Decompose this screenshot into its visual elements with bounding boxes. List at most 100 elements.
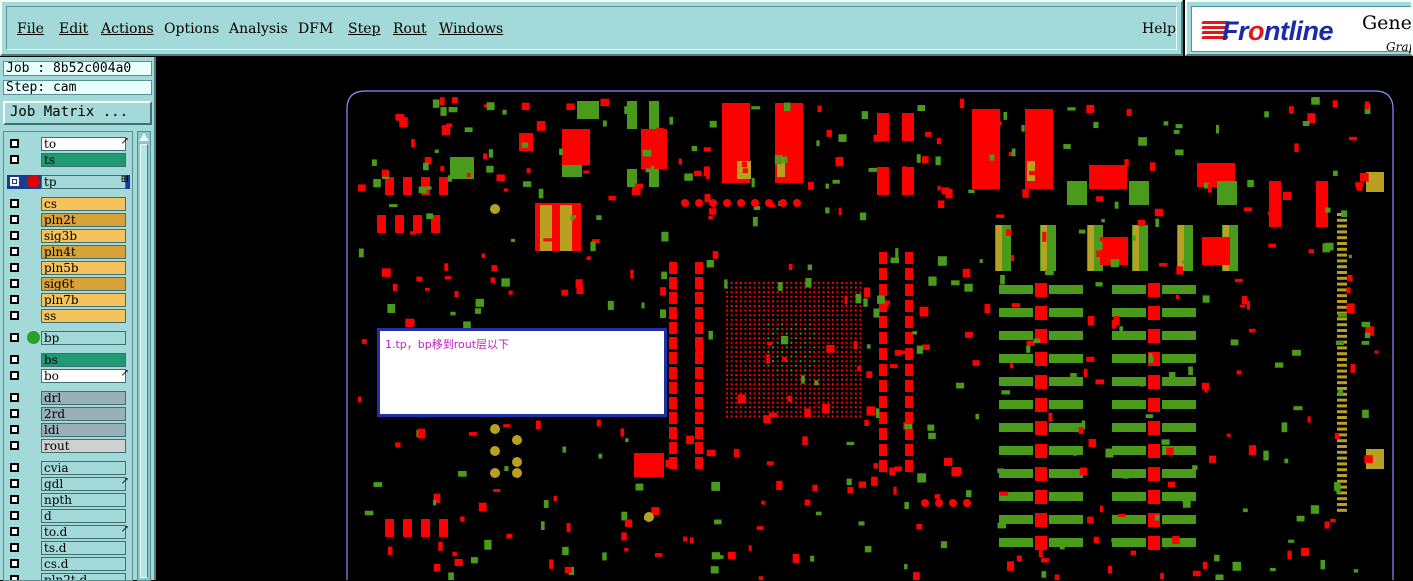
- menu-file[interactable]: File: [17, 21, 44, 37]
- layer-checkbox[interactable]: [10, 295, 19, 304]
- layer-name[interactable]: ts: [41, 153, 126, 167]
- layer-row-bo[interactable]: bo ↗: [7, 368, 130, 383]
- layer-checkbox[interactable]: [10, 393, 19, 402]
- layer-checkbox[interactable]: [10, 333, 19, 342]
- layer-name[interactable]: d: [41, 509, 126, 523]
- layer-name[interactable]: pln7b: [41, 293, 126, 307]
- layer-row-sig6t[interactable]: sig6t: [7, 277, 130, 291]
- scroll-up-arrow-icon[interactable]: [139, 133, 149, 141]
- layer-name[interactable]: ss: [41, 309, 126, 323]
- layer-checkbox[interactable]: [10, 479, 19, 488]
- layer-list-scrollbar[interactable]: [137, 131, 151, 581]
- layer-row-pln4t[interactable]: pln4t: [7, 245, 130, 259]
- layer-checkbox[interactable]: [10, 199, 19, 208]
- layer-checkbox[interactable]: [10, 409, 19, 418]
- layer-name[interactable]: cs.d: [41, 557, 126, 571]
- layer-checkbox[interactable]: [10, 355, 19, 364]
- layer-name[interactable]: pln2t: [41, 213, 126, 227]
- menu-windows[interactable]: Windows: [439, 21, 503, 37]
- layer-row-npth[interactable]: npth: [7, 493, 130, 507]
- layer-checkbox[interactable]: [10, 441, 19, 450]
- menu-dfm[interactable]: DFM: [298, 21, 333, 37]
- layer-row-drl[interactable]: drl: [7, 391, 130, 405]
- graphic-canvas[interactable]: [157, 57, 1413, 580]
- layer-name[interactable]: to.d: [41, 525, 126, 539]
- layer-row-pln5b[interactable]: pln5b: [7, 261, 130, 275]
- layer-row-d[interactable]: d: [7, 509, 130, 523]
- layer-row-cs[interactable]: cs: [7, 197, 130, 211]
- layer-name[interactable]: tp: [41, 175, 126, 189]
- layer-name[interactable]: ldi: [41, 423, 126, 437]
- layer-row-pln7b[interactable]: pln7b: [7, 293, 130, 307]
- layer-row-2rd[interactable]: 2rd: [7, 407, 130, 421]
- layer-work-indicator-icon: [27, 175, 40, 188]
- pcb-artwork: [346, 90, 1394, 580]
- layer-name[interactable]: to: [41, 137, 126, 151]
- layer-row-gdl[interactable]: gdl ↗: [7, 476, 130, 491]
- layer-row-ss[interactable]: ss: [7, 309, 130, 323]
- layer-checkbox[interactable]: [10, 495, 19, 504]
- menu-options[interactable]: Options: [164, 21, 219, 37]
- layer-row-ts[interactable]: ts: [7, 153, 130, 167]
- note-popup[interactable]: 1.tp，bp移到rout层以下: [377, 328, 667, 417]
- layer-name[interactable]: pln4t: [41, 245, 126, 259]
- layer-checkbox[interactable]: [10, 543, 19, 552]
- layer-checkbox[interactable]: [10, 155, 19, 164]
- layer-checkbox[interactable]: [10, 177, 19, 186]
- layer-row-sig3b[interactable]: sig3b: [7, 229, 130, 243]
- menu-analysis[interactable]: Analysis: [229, 21, 288, 37]
- menu-rout[interactable]: Rout: [393, 21, 427, 37]
- layer-row-bp[interactable]: bp: [7, 331, 130, 345]
- layer-row-cvia[interactable]: cvia: [7, 461, 130, 475]
- layer-name[interactable]: npth: [41, 493, 126, 507]
- layer-row-to[interactable]: to ↗: [7, 136, 130, 151]
- layer-name[interactable]: sig6t: [41, 277, 126, 291]
- layer-checkbox[interactable]: [10, 527, 19, 536]
- logo-box: Frontline Genes Graph: [1191, 6, 1412, 54]
- layer-affected-icon: ↗: [120, 524, 129, 535]
- layer-name[interactable]: cs: [41, 197, 126, 211]
- layer-row-to-d[interactable]: to.d ↗: [7, 524, 130, 539]
- layer-name[interactable]: bo: [41, 369, 126, 383]
- layer-row-pln2t[interactable]: pln2t: [7, 213, 130, 227]
- layer-name[interactable]: ts.d: [41, 541, 126, 555]
- left-panel: Job : 8b52c004a0 Step: cam Job Matrix ..…: [0, 57, 156, 581]
- layer-checkbox[interactable]: [10, 231, 19, 240]
- layer-checkbox[interactable]: [10, 575, 19, 580]
- menu-step[interactable]: Step: [348, 21, 380, 37]
- layer-row-tp[interactable]: tp ⊞: [7, 174, 130, 189]
- layer-name[interactable]: gdl: [41, 477, 126, 491]
- layer-name[interactable]: pln5b: [41, 261, 126, 275]
- layer-checkbox[interactable]: [10, 371, 19, 380]
- layer-name[interactable]: bs: [41, 353, 126, 367]
- menu-help[interactable]: Help: [1142, 21, 1176, 37]
- layer-checkbox[interactable]: [10, 279, 19, 288]
- logo-product: Genes: [1362, 12, 1412, 34]
- layer-list: to ↗ ts tp ⊞ cs pln2t sig3b pln4t pln5b sig6t pln7b…: [3, 131, 133, 581]
- layer-checkbox[interactable]: [10, 247, 19, 256]
- layer-name[interactable]: cvia: [41, 461, 126, 475]
- layer-checkbox[interactable]: [10, 263, 19, 272]
- layer-checkbox[interactable]: [10, 139, 19, 148]
- layer-checkbox[interactable]: [10, 559, 19, 568]
- layer-name[interactable]: rout: [41, 439, 126, 453]
- layer-checkbox[interactable]: [10, 463, 19, 472]
- menu-actions[interactable]: Actions: [101, 21, 154, 37]
- layer-name[interactable]: 2rd: [41, 407, 126, 421]
- job-matrix-button[interactable]: Job Matrix ...: [3, 101, 152, 125]
- layer-checkbox[interactable]: [10, 215, 19, 224]
- layer-name[interactable]: bp: [41, 331, 126, 345]
- menu-edit[interactable]: Edit: [59, 21, 88, 37]
- layer-checkbox[interactable]: [10, 311, 19, 320]
- layer-name[interactable]: sig3b: [41, 229, 126, 243]
- layer-row-bs[interactable]: bs: [7, 353, 130, 367]
- layer-checkbox[interactable]: [10, 425, 19, 434]
- layer-checkbox[interactable]: [10, 511, 19, 520]
- scroll-thumb[interactable]: [140, 144, 148, 578]
- layer-affected-icon: ↗: [120, 476, 129, 487]
- layer-row-ldi[interactable]: ldi: [7, 423, 130, 437]
- layer-name[interactable]: drl: [41, 391, 126, 405]
- layer-row-rout[interactable]: rout: [7, 439, 130, 453]
- layer-row-ts-d[interactable]: ts.d: [7, 541, 130, 555]
- layer-row-cs-d[interactable]: cs.d: [7, 557, 130, 571]
